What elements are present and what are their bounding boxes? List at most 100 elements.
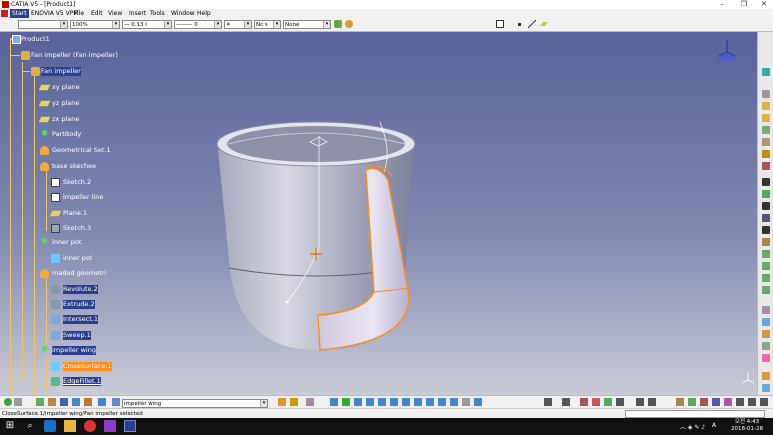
zoom-in-icon[interactable]	[378, 398, 386, 406]
tool-icon[interactable]	[762, 274, 770, 282]
tree-node-sketch-3[interactable]: Sketch.3	[63, 224, 91, 233]
windows-start-icon[interactable]: ⊞	[4, 420, 16, 432]
tree-node-maded-geometri[interactable]: maded geometri	[52, 269, 106, 278]
menu-start[interactable]: Start	[10, 9, 29, 18]
selection-combo[interactable]: impeller wing ▾	[122, 399, 268, 408]
tool-icon[interactable]	[762, 162, 770, 170]
revolve-icon[interactable]	[51, 285, 60, 294]
apply-material-icon[interactable]	[334, 20, 342, 28]
tree-node-sweep-1[interactable]: Sweep.1	[63, 331, 91, 340]
chrome-icon[interactable]	[84, 420, 96, 432]
tree-node-geometrical-set-1[interactable]: Geometrical Set.1	[52, 146, 111, 155]
tree-node-xy-plane[interactable]: xy plane	[52, 83, 80, 92]
plane-icon[interactable]	[38, 100, 51, 107]
tool-icon[interactable]	[84, 398, 92, 406]
tool-icon[interactable]	[676, 398, 684, 406]
tool-icon[interactable]	[712, 398, 720, 406]
part-icon[interactable]	[21, 51, 30, 60]
menu-file[interactable]: File	[74, 9, 84, 18]
close-surface-icon[interactable]	[51, 362, 60, 371]
select-icon[interactable]	[4, 398, 12, 406]
plane-tool-icon[interactable]	[540, 20, 548, 28]
tree-node-inner-pot-surface[interactable]: inner pot	[63, 254, 92, 263]
geometrical-set-icon[interactable]	[40, 269, 49, 278]
tree-node-intersect-1[interactable]: Intersect.1	[63, 315, 98, 324]
surface-icon[interactable]	[51, 254, 60, 263]
tool-icon[interactable]	[112, 398, 120, 406]
tool-icon[interactable]	[760, 398, 768, 406]
tool-icon[interactable]	[762, 342, 770, 350]
tool-icon[interactable]	[700, 398, 708, 406]
app-menu-icon[interactable]	[1, 10, 8, 17]
tool-icon[interactable]	[616, 398, 624, 406]
geometrical-set-icon[interactable]	[40, 162, 49, 171]
tool-icon[interactable]	[748, 398, 756, 406]
clock[interactable]: 오전 4:43 2018-01-28	[731, 419, 763, 433]
tool-icon[interactable]	[762, 384, 770, 392]
tool-icon[interactable]	[544, 398, 552, 406]
tree-node-fan-impeller[interactable]: Fan impeller	[41, 67, 81, 76]
edge-fillet-icon[interactable]	[51, 377, 60, 386]
plane-icon[interactable]	[38, 84, 51, 91]
tool-icon[interactable]	[762, 178, 770, 186]
tool-icon[interactable]	[98, 398, 106, 406]
tree-node-impeller-line[interactable]: impeller line	[63, 193, 103, 202]
tray-icons[interactable]: ︿ ◈ ✎ ♪	[680, 422, 705, 431]
tree-node-product1[interactable]: Product1	[21, 35, 50, 44]
search-icon[interactable]: ⌕	[24, 420, 36, 432]
format-painter-icon[interactable]	[345, 20, 353, 28]
menu-view[interactable]: View	[108, 9, 122, 18]
tool-icon[interactable]	[762, 202, 770, 210]
point-style-dropdown[interactable]: ✕ ▾	[224, 20, 252, 29]
input-language[interactable]: A	[712, 422, 716, 429]
line-type-dropdown[interactable]: ——— 0 ▾	[174, 20, 222, 29]
point-icon[interactable]	[518, 23, 521, 26]
tree-node-sketch-2[interactable]: Sketch.2	[63, 178, 91, 187]
catia-taskbar-icon[interactable]	[124, 420, 136, 432]
iso-view-icon[interactable]	[414, 398, 422, 406]
body-icon[interactable]: ✱	[40, 346, 49, 355]
extrude-icon[interactable]	[51, 300, 60, 309]
tool-icon[interactable]	[306, 398, 314, 406]
tool-icon[interactable]	[762, 226, 770, 234]
sweep-icon[interactable]	[51, 331, 60, 340]
tree-node-base-skechee[interactable]: base skechee	[52, 162, 96, 171]
sketch-icon[interactable]	[51, 178, 60, 187]
line-thickness-dropdown[interactable]: — 0.13 l ▾	[122, 20, 172, 29]
tool-icon[interactable]	[72, 398, 80, 406]
tool-icon[interactable]	[762, 214, 770, 222]
tree-node-zx-plane[interactable]: zx plane	[52, 115, 79, 124]
tool-icon[interactable]	[762, 126, 770, 134]
tree-node-fan-impeller-instance[interactable]: Fan impeller (Fan impeller)	[31, 51, 118, 60]
tool-icon[interactable]	[688, 398, 696, 406]
tree-node-impeller-wing[interactable]: impeller wing	[52, 346, 96, 355]
material-dropdown[interactable]: None ▾	[283, 20, 331, 29]
tool-icon[interactable]	[762, 138, 770, 146]
product-icon[interactable]	[12, 35, 21, 44]
minimize-button[interactable]: –	[715, 0, 729, 9]
menu-tools[interactable]: Tools	[150, 9, 165, 18]
line-icon[interactable]	[528, 20, 536, 28]
sketcher-icon[interactable]	[496, 20, 504, 28]
tree-node-plane-1[interactable]: Plane.1	[63, 209, 87, 218]
tool-icon[interactable]	[762, 250, 770, 258]
tree-node-yz-plane[interactable]: yz plane	[52, 99, 79, 108]
menu-help[interactable]: Help	[197, 9, 211, 18]
fly-mode-icon[interactable]	[330, 398, 338, 406]
tree-node-edgefillet-1[interactable]: EdgeFillet.1	[63, 377, 101, 386]
rotate-icon[interactable]	[366, 398, 374, 406]
tree-node-revolute-2[interactable]: Revolute.2	[63, 285, 98, 294]
menu-insert[interactable]: Insert	[129, 9, 146, 18]
body-icon[interactable]: ✱	[40, 130, 49, 139]
part-body-icon[interactable]	[31, 67, 40, 76]
plane-icon[interactable]	[38, 116, 51, 123]
hide-show-icon[interactable]	[438, 398, 446, 406]
layer-dropdown[interactable]: Nc s ▾	[254, 20, 281, 29]
tree-node-inner-pot-body[interactable]: inner pot	[52, 238, 81, 247]
fit-all-icon[interactable]	[342, 398, 350, 406]
edge-browser-icon[interactable]	[44, 420, 56, 432]
intersect-icon[interactable]	[51, 315, 60, 324]
style-dropdown[interactable]: ▾	[18, 20, 68, 29]
zoom-out-icon[interactable]	[390, 398, 398, 406]
tool-icon[interactable]	[762, 330, 770, 338]
